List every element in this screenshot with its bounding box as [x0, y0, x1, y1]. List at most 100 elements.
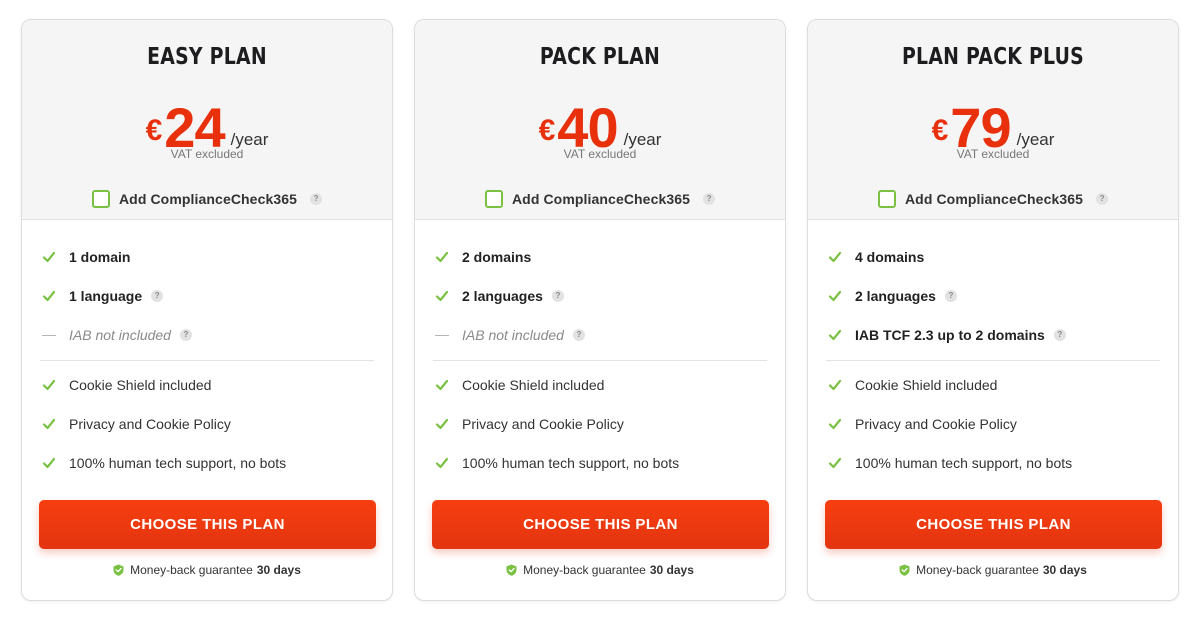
choose-plan-button[interactable]: CHOOSE THIS PLAN [825, 500, 1162, 549]
choose-plan-button[interactable]: CHOOSE THIS PLAN [39, 500, 376, 549]
feature-item: IAB not included? [42, 325, 372, 345]
help-icon[interactable]: ? [703, 193, 716, 205]
help-icon[interactable]: ? [310, 193, 323, 205]
money-back-guarantee: Money-back guarantee 30 days [22, 563, 392, 577]
feature-label: Privacy and Cookie Policy [69, 416, 231, 432]
price-period: /year [230, 130, 269, 149]
vat-note: VAT excluded [563, 147, 637, 161]
help-icon[interactable]: ? [179, 329, 192, 341]
check-icon [828, 289, 842, 303]
help-icon[interactable]: ? [1053, 329, 1066, 341]
guarantee-days: 30 days [256, 563, 301, 577]
feature-item: 1 language? [42, 286, 372, 306]
guarantee-text: Money-back guarantee [130, 563, 253, 577]
feature-item: Privacy and Cookie Policy [828, 414, 1158, 434]
addon-label[interactable]: Add ComplianceCheck365 [512, 191, 690, 207]
check-icon [435, 456, 449, 470]
plan-card: PLAN PACK PLUS €79/year VAT excluded Add Co… [807, 19, 1179, 601]
currency-symbol: € [931, 114, 949, 147]
addon-option[interactable]: Add ComplianceCheck365? [808, 190, 1178, 208]
feature-label: 2 domains [462, 249, 532, 265]
feature-label: IAB TCF 2.3 up to 2 domains [855, 327, 1045, 343]
help-icon[interactable]: ? [551, 290, 564, 302]
feature-label: 4 domains [855, 249, 925, 265]
choose-plan-button[interactable]: CHOOSE THIS PLAN [432, 500, 769, 549]
price-period: /year [623, 130, 662, 149]
check-icon [435, 417, 449, 431]
shield-check-icon [113, 564, 124, 576]
check-icon [828, 250, 842, 264]
check-icon [42, 417, 56, 431]
feature-label: Privacy and Cookie Policy [855, 416, 1017, 432]
guarantee-text: Money-back guarantee [916, 563, 1039, 577]
check-icon [42, 289, 56, 303]
dash-icon [435, 328, 449, 342]
help-icon[interactable]: ? [944, 290, 957, 302]
feature-label: 1 domain [69, 249, 131, 265]
feature-label: 2 languages [462, 288, 543, 304]
addon-option[interactable]: Add ComplianceCheck365? [22, 190, 392, 208]
addon-label[interactable]: Add ComplianceCheck365 [119, 191, 297, 207]
check-icon [435, 289, 449, 303]
feature-item: IAB TCF 2.3 up to 2 domains? [828, 325, 1158, 345]
currency-symbol: € [538, 114, 556, 147]
check-icon [828, 378, 842, 392]
feature-item: Cookie Shield included [828, 375, 1158, 395]
help-icon[interactable]: ? [572, 329, 585, 341]
plan-card: EASY PLAN €24/year VAT excluded Add Complia… [21, 19, 393, 601]
check-icon [828, 417, 842, 431]
shield-check-icon [506, 564, 517, 576]
addon-checkbox[interactable] [91, 190, 110, 208]
feature-divider [433, 360, 767, 361]
feature-item: 2 domains [435, 247, 765, 267]
check-icon [435, 250, 449, 264]
feature-label: 2 languages [855, 288, 936, 304]
price-period: /year [1016, 130, 1055, 149]
feature-label: Cookie Shield included [462, 377, 605, 393]
feature-label: Cookie Shield included [855, 377, 998, 393]
feature-item: 4 domains [828, 247, 1158, 267]
feature-item: 1 domain [42, 247, 372, 267]
price: €24/year [22, 86, 392, 156]
vat-note: VAT excluded [956, 147, 1030, 161]
feature-label: 100% human tech support, no bots [855, 455, 1073, 471]
price: €79/year [808, 86, 1178, 156]
plan-name: PLAN PACK PLUS [901, 44, 1085, 70]
feature-item: Privacy and Cookie Policy [42, 414, 372, 434]
shield-check-icon [899, 564, 910, 576]
check-icon [435, 378, 449, 392]
feature-label: 100% human tech support, no bots [462, 455, 680, 471]
feature-item: 100% human tech support, no bots [435, 453, 765, 473]
feature-item: 100% human tech support, no bots [828, 453, 1158, 473]
feature-item: 100% human tech support, no bots [42, 453, 372, 473]
addon-label[interactable]: Add ComplianceCheck365 [905, 191, 1083, 207]
help-icon[interactable]: ? [151, 290, 164, 302]
addon-checkbox[interactable] [484, 190, 503, 208]
feature-item: Privacy and Cookie Policy [435, 414, 765, 434]
feature-item: 2 languages? [435, 286, 765, 306]
feature-divider [40, 360, 374, 361]
plan-name: EASY PLAN [147, 44, 267, 70]
feature-label: 1 language [69, 288, 143, 304]
addon-option[interactable]: Add ComplianceCheck365? [415, 190, 785, 208]
help-icon[interactable]: ? [1096, 193, 1109, 205]
guarantee-days: 30 days [1042, 563, 1087, 577]
vat-note: VAT excluded [170, 147, 244, 161]
dash-icon [42, 328, 56, 342]
plan-card: PACK PLAN €40/year VAT excluded Add Complia… [414, 19, 786, 601]
check-icon [42, 378, 56, 392]
check-icon [42, 250, 56, 264]
feature-label: Privacy and Cookie Policy [462, 416, 624, 432]
currency-symbol: € [145, 114, 163, 147]
feature-item: Cookie Shield included [435, 375, 765, 395]
feature-item: Cookie Shield included [42, 375, 372, 395]
addon-checkbox[interactable] [877, 190, 896, 208]
feature-item: IAB not included? [435, 325, 765, 345]
check-icon [828, 456, 842, 470]
money-back-guarantee: Money-back guarantee 30 days [808, 563, 1178, 577]
plan-name: PACK PLAN [539, 44, 661, 70]
feature-divider [826, 360, 1160, 361]
price: €40/year [415, 86, 785, 156]
feature-item: 2 languages? [828, 286, 1158, 306]
check-icon [42, 456, 56, 470]
